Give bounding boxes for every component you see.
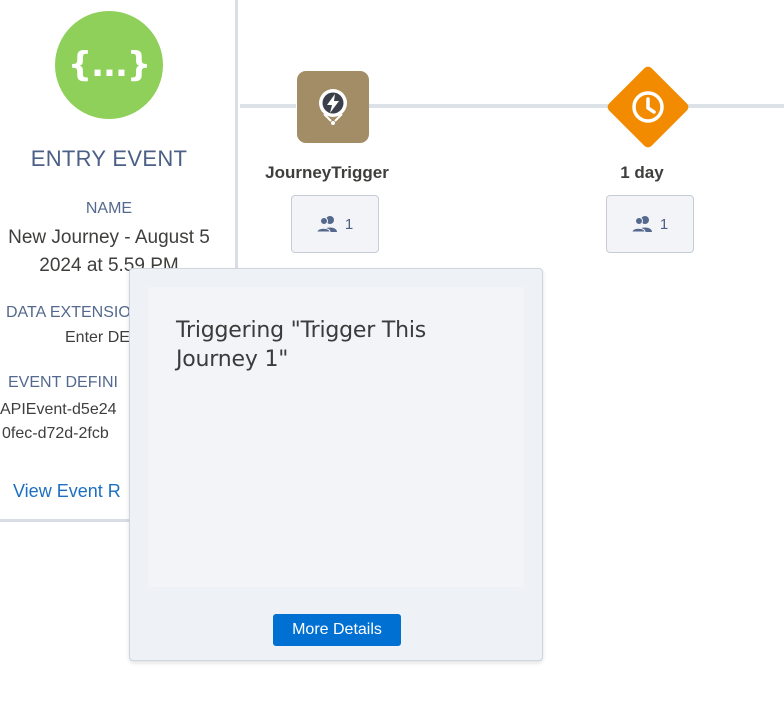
wait-node-count-box[interactable]: 1 bbox=[606, 195, 694, 253]
journey-trigger-count-box[interactable]: 1 bbox=[291, 195, 379, 253]
wait-node-label: 1 day bbox=[620, 163, 664, 182]
journey-name-line1: New Journey - August 5 bbox=[8, 227, 210, 248]
connector-line bbox=[686, 104, 784, 108]
more-details-button[interactable]: More Details bbox=[273, 614, 401, 646]
journey-trigger-count: 1 bbox=[344, 215, 354, 233]
trigger-details-popover: Triggering "Trigger This Journey 1" More… bbox=[129, 268, 543, 661]
clock-icon bbox=[632, 91, 664, 123]
popover-message: Triggering "Trigger This Journey 1" bbox=[176, 318, 427, 372]
wait-node-count: 1 bbox=[659, 215, 669, 233]
entry-event-icon[interactable]: {...} bbox=[55, 11, 163, 119]
connector-line bbox=[369, 104, 614, 108]
braces-icon: {...} bbox=[67, 45, 151, 85]
people-icon bbox=[316, 216, 337, 233]
entry-event-title: ENTRY EVENT bbox=[30, 146, 188, 171]
journey-trigger-node[interactable] bbox=[297, 71, 369, 143]
journey-trigger-label: JourneyTrigger bbox=[265, 163, 389, 182]
lightning-bolt-icon bbox=[319, 89, 347, 125]
people-icon bbox=[631, 216, 652, 233]
name-label: NAME bbox=[85, 200, 133, 217]
view-event-link[interactable]: View Event R bbox=[13, 481, 121, 502]
connector-line bbox=[240, 104, 296, 108]
